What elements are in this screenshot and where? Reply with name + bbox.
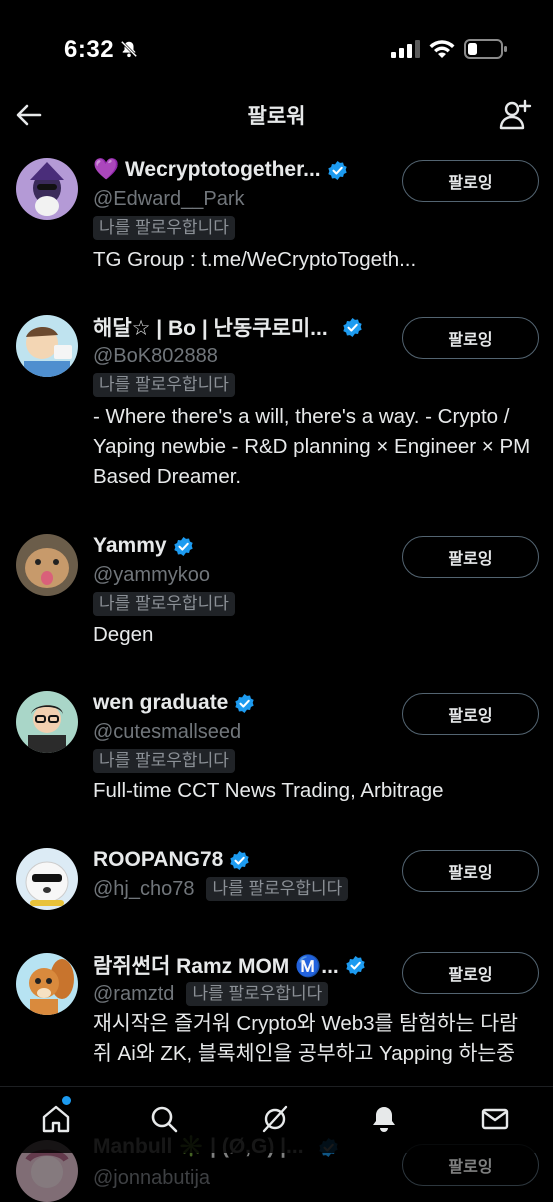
- battery-icon: [464, 39, 507, 59]
- following-button[interactable]: 팔로잉: [402, 536, 539, 578]
- grok-icon[interactable]: [259, 1103, 291, 1135]
- status-bar: 6:32: [0, 0, 553, 100]
- user-display-name[interactable]: 💜 Wecryptotogether...: [93, 155, 348, 185]
- user-handle-line: @ramztd 나를 팔로우합니다: [93, 980, 329, 1008]
- follows-you-line: 나를 팔로우합니다: [93, 747, 235, 775]
- follows-you-badge: 나를 팔로우합니다: [93, 216, 235, 240]
- follows-you-line: 나를 팔로우합니다: [93, 214, 235, 242]
- notifications-icon[interactable]: [368, 1103, 400, 1135]
- messages-icon[interactable]: [479, 1103, 511, 1135]
- user-handle: @yammykoo: [93, 563, 210, 586]
- user-handle: @Edward__Park: [93, 187, 245, 210]
- status-time: 6:32: [64, 36, 115, 63]
- user-display-name[interactable]: 람쥐썬더 Ramz MOM Ⓜ️...: [93, 950, 366, 980]
- following-button[interactable]: 팔로잉: [402, 160, 539, 202]
- bell-slash-icon: [120, 40, 138, 58]
- avatar[interactable]: [16, 534, 78, 596]
- top-header: 팔로워: [0, 92, 553, 140]
- user-display-name[interactable]: 해달☆ | Bo | 난동쿠로미...: [93, 312, 363, 342]
- following-button[interactable]: 팔로잉: [402, 952, 539, 994]
- following-button[interactable]: 팔로잉: [402, 317, 539, 359]
- user-handle: @cutesmallseed: [93, 720, 242, 743]
- following-button[interactable]: 팔로잉: [402, 850, 539, 892]
- avatar[interactable]: [16, 691, 78, 753]
- add-user-icon[interactable]: [498, 98, 532, 132]
- user-bio: Degen: [93, 623, 154, 646]
- follows-you-badge: 나를 팔로우합니다: [93, 373, 235, 397]
- user-display-name[interactable]: wen graduate: [93, 688, 255, 718]
- user-display-name[interactable]: ROOPANG78: [93, 845, 250, 875]
- search-icon[interactable]: [148, 1103, 180, 1135]
- avatar[interactable]: [16, 848, 78, 910]
- follows-you-line: 나를 팔로우합니다: [93, 371, 235, 399]
- verified-badge-icon: [342, 317, 362, 337]
- home-icon[interactable]: [40, 1103, 72, 1135]
- page-title: 팔로워: [247, 105, 306, 128]
- user-handle: @BoK802888: [93, 344, 218, 367]
- following-button[interactable]: 팔로잉: [402, 693, 539, 735]
- follows-you-badge: 나를 팔로우합니다: [186, 982, 329, 1006]
- follows-you-badge: 나를 팔로우합니다: [93, 592, 235, 616]
- home-notification-dot: [62, 1096, 71, 1105]
- user-bio: 재시작은 즐거워 Crypto와 Web3를 탐험하는 다람쥐 Ai와 ZK, …: [93, 1012, 518, 1065]
- bottom-navigation: [0, 1086, 553, 1153]
- verified-badge-icon: [327, 160, 347, 180]
- avatar[interactable]: [16, 315, 78, 377]
- user-handle-line: @hj_cho78 나를 팔로우합니다: [93, 875, 349, 903]
- user-handle: @hj_cho78: [93, 877, 195, 900]
- user-handle: @jonnabutija: [93, 1166, 211, 1189]
- cellular-signal-icon: [391, 40, 420, 58]
- verified-badge-icon: [235, 693, 255, 713]
- follows-you-badge: 나를 팔로우합니다: [93, 749, 235, 773]
- user-bio: Full-time CCT News Trading, Arbitrage: [93, 779, 444, 802]
- verified-badge-icon: [173, 536, 193, 556]
- follows-you-line: 나를 팔로우합니다: [93, 590, 235, 618]
- user-bio: TG Group : t.me/WeCryptoTogeth...: [93, 248, 417, 271]
- avatar[interactable]: [16, 953, 78, 1015]
- verified-badge-icon: [230, 850, 249, 870]
- avatar[interactable]: [16, 158, 78, 220]
- follows-you-badge: 나를 팔로우합니다: [206, 877, 349, 901]
- user-display-name[interactable]: Yammy: [93, 531, 194, 561]
- user-bio: - Where there's a will, there's a way. -…: [93, 405, 531, 488]
- user-handle: @ramztd: [93, 982, 175, 1005]
- wifi-icon: [429, 40, 455, 58]
- verified-badge-icon: [346, 955, 365, 975]
